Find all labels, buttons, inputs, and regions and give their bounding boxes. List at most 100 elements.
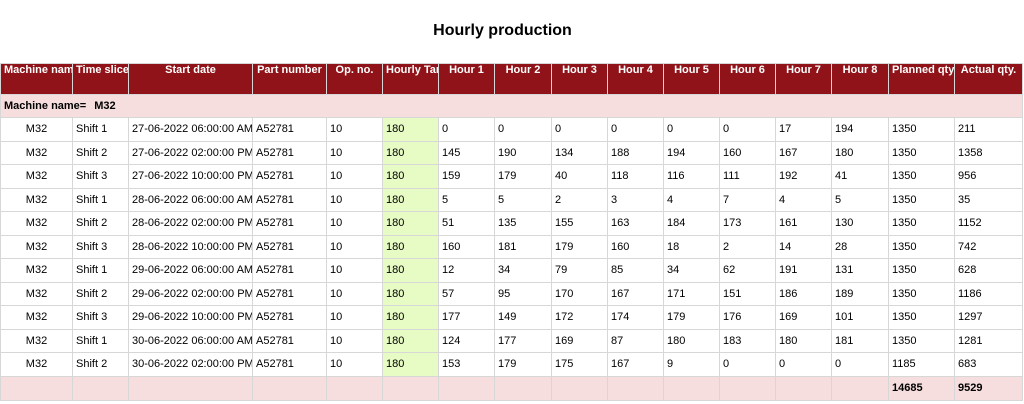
cell-hour-2: 179 [494, 164, 552, 189]
col-header-start-date[interactable]: Start date [128, 63, 253, 95]
cell-op-no: 10 [326, 281, 383, 306]
cell-hour-2: 181 [494, 234, 552, 259]
cell-machine-name: M32 [0, 187, 73, 212]
cell-planned-qty: 1350 [888, 117, 955, 142]
cell-time-slice: Shift 2 [72, 281, 129, 306]
cell-hour-2: 177 [494, 328, 552, 353]
cell-part-number: A52781 [252, 140, 327, 165]
cell-hour-3: 155 [551, 211, 608, 236]
cell-hour-3: 169 [551, 328, 608, 353]
col-header-hour-6[interactable]: Hour 6 [719, 63, 776, 95]
cell-hour-5: 116 [663, 164, 720, 189]
cell-op-no: 10 [326, 140, 383, 165]
col-header-hour-4[interactable]: Hour 4 [607, 63, 664, 95]
cell-actual-qty: 1186 [954, 281, 1023, 306]
col-header-hour-7[interactable]: Hour 7 [775, 63, 832, 95]
col-header-machine-name[interactable]: Machine name [0, 63, 73, 95]
table-row[interactable]: M32 Shift 3 27-06-2022 10:00:00 PM A52781 10… [0, 164, 1023, 189]
cell-hour-2: 179 [494, 352, 552, 377]
col-header-hour-8[interactable]: Hour 8 [831, 63, 889, 95]
table-row[interactable]: M32 Shift 1 28-06-2022 06:00:00 AM A52781 10… [0, 187, 1023, 212]
group-row[interactable]: Machine name= M32 [0, 94, 1023, 118]
table-row[interactable]: M32 Shift 2 28-06-2022 02:00:00 PM A52781 10… [0, 211, 1023, 236]
table-row[interactable]: M32 Shift 1 30-06-2022 06:00:00 AM A52781 10… [0, 328, 1023, 353]
cell-hourly-target: 180 [382, 281, 439, 306]
table-row[interactable]: M32 Shift 3 28-06-2022 10:00:00 PM A52781 10… [0, 234, 1023, 259]
total-cell-empty [551, 375, 608, 401]
cell-time-slice: Shift 1 [72, 328, 129, 353]
cell-machine-name: M32 [0, 211, 73, 236]
cell-hour-7: 191 [775, 258, 832, 283]
cell-hour-8: 189 [831, 281, 889, 306]
cell-hour-1: 12 [438, 258, 495, 283]
cell-machine-name: M32 [0, 352, 73, 377]
col-header-hour-1[interactable]: Hour 1 [438, 63, 495, 95]
cell-part-number: A52781 [252, 328, 327, 353]
cell-hour-8: 131 [831, 258, 889, 283]
cell-start-date: 29-06-2022 06:00:00 AM [128, 258, 253, 283]
totals-row: 14685 9529 [0, 375, 1023, 401]
table-row[interactable]: M32 Shift 1 27-06-2022 06:00:00 AM A52781 10… [0, 117, 1023, 142]
cell-start-date: 28-06-2022 02:00:00 PM [128, 211, 253, 236]
cell-hour-4: 85 [607, 258, 664, 283]
total-cell-empty [382, 375, 439, 401]
col-header-hourly-target[interactable]: Hourly Target [382, 63, 439, 95]
cell-hour-2: 149 [494, 305, 552, 330]
cell-hour-4: 3 [607, 187, 664, 212]
cell-hour-1: 0 [438, 117, 495, 142]
cell-hour-8: 5 [831, 187, 889, 212]
cell-hour-5: 0 [663, 117, 720, 142]
total-cell-empty [128, 375, 253, 401]
cell-hour-5: 9 [663, 352, 720, 377]
col-header-hour-2[interactable]: Hour 2 [494, 63, 552, 95]
cell-part-number: A52781 [252, 164, 327, 189]
cell-op-no: 10 [326, 187, 383, 212]
table-row[interactable]: M32 Shift 2 30-06-2022 02:00:00 PM A52781 10… [0, 352, 1023, 377]
table-row[interactable]: M32 Shift 2 27-06-2022 02:00:00 PM A52781 10… [0, 140, 1023, 165]
table-body: Machine name= M32 M32 Shift 1 27-06-2022 06… [0, 94, 1023, 377]
cell-time-slice: Shift 2 [72, 140, 129, 165]
cell-hour-1: 160 [438, 234, 495, 259]
table-row[interactable]: M32 Shift 1 29-06-2022 06:00:00 AM A52781 10… [0, 258, 1023, 283]
cell-time-slice: Shift 3 [72, 305, 129, 330]
report-title: Hourly production [433, 22, 572, 39]
cell-planned-qty: 1350 [888, 140, 955, 165]
cell-hour-8: 28 [831, 234, 889, 259]
cell-time-slice: Shift 2 [72, 211, 129, 236]
col-header-planned-qty[interactable]: Planned qty [888, 63, 955, 95]
cell-hour-4: 87 [607, 328, 664, 353]
table-row[interactable]: M32 Shift 2 29-06-2022 02:00:00 PM A52781 10… [0, 281, 1023, 306]
cell-hour-8: 101 [831, 305, 889, 330]
col-header-time-slice[interactable]: Time slice [72, 63, 129, 95]
cell-hour-7: 14 [775, 234, 832, 259]
cell-hour-1: 5 [438, 187, 495, 212]
cell-hour-6: 111 [719, 164, 776, 189]
cell-part-number: A52781 [252, 117, 327, 142]
cell-op-no: 10 [326, 164, 383, 189]
total-cell-empty [252, 375, 327, 401]
cell-time-slice: Shift 1 [72, 258, 129, 283]
cell-hour-3: 40 [551, 164, 608, 189]
cell-hour-6: 2 [719, 234, 776, 259]
cell-hour-1: 153 [438, 352, 495, 377]
cell-actual-qty: 683 [954, 352, 1023, 377]
cell-hour-3: 134 [551, 140, 608, 165]
total-cell-empty [775, 375, 832, 401]
cell-part-number: A52781 [252, 281, 327, 306]
cell-hour-5: 194 [663, 140, 720, 165]
col-header-hour-5[interactable]: Hour 5 [663, 63, 720, 95]
cell-hour-8: 130 [831, 211, 889, 236]
cell-hour-6: 151 [719, 281, 776, 306]
col-header-actual-qty[interactable]: Actual qty. [954, 63, 1023, 95]
cell-hour-6: 62 [719, 258, 776, 283]
cell-actual-qty: 1358 [954, 140, 1023, 165]
cell-op-no: 10 [326, 258, 383, 283]
table-row[interactable]: M32 Shift 3 29-06-2022 10:00:00 PM A52781 10… [0, 305, 1023, 330]
cell-planned-qty: 1350 [888, 305, 955, 330]
table-header-row: Machine name Time slice Start date Part … [0, 63, 1023, 95]
col-header-hour-3[interactable]: Hour 3 [551, 63, 608, 95]
cell-planned-qty: 1350 [888, 164, 955, 189]
col-header-op-no[interactable]: Op. no. [326, 63, 383, 95]
col-header-part-number[interactable]: Part number [252, 63, 327, 95]
cell-start-date: 29-06-2022 02:00:00 PM [128, 281, 253, 306]
